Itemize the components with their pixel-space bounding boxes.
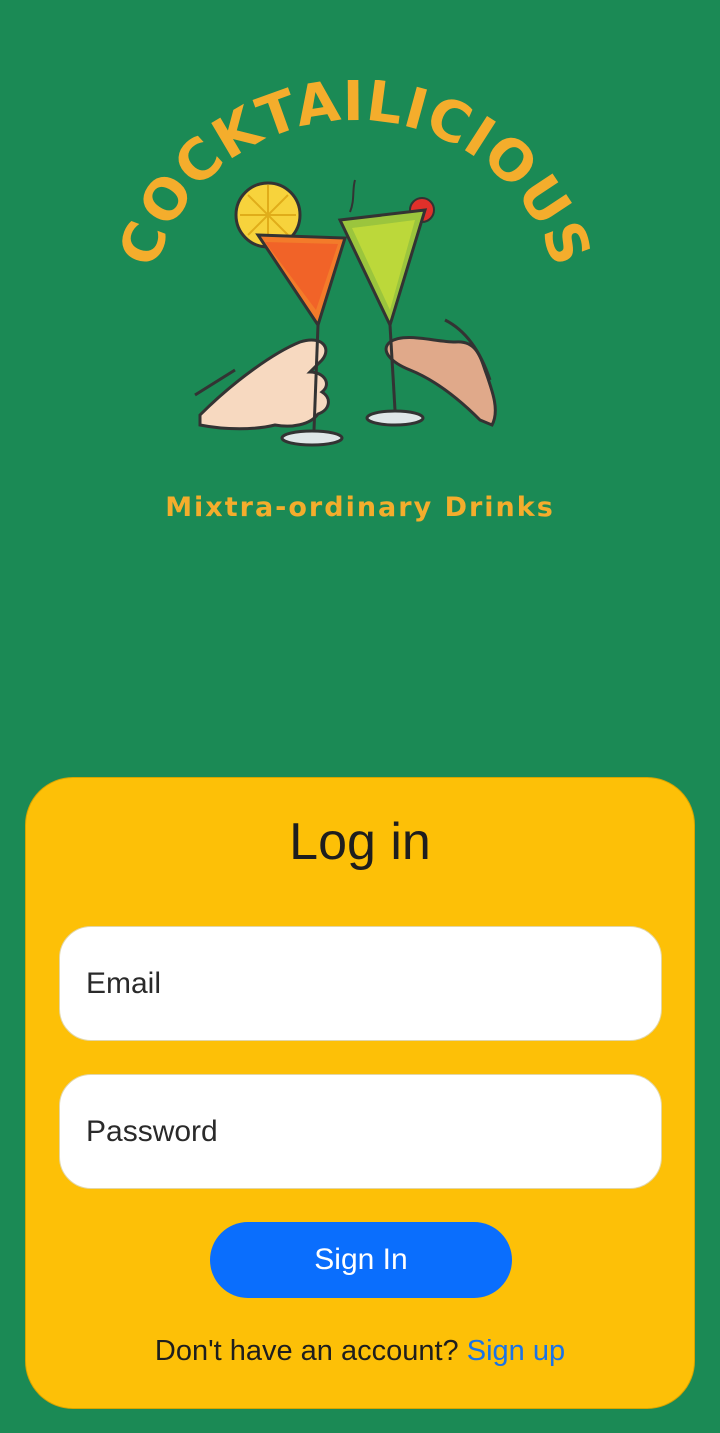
email-input[interactable] <box>60 927 661 1040</box>
green-cocktail-icon <box>337 179 435 427</box>
app-logo: COCKTAILICIOUS Mixtra-ordinary Drinks <box>60 80 660 540</box>
password-field[interactable] <box>59 1074 662 1189</box>
email-field[interactable] <box>59 926 662 1041</box>
no-account-text: Don't have an account? <box>154 1335 459 1367</box>
password-input[interactable] <box>60 1075 661 1188</box>
logo-tagline-text: Mixtra-ordinary Drinks <box>165 492 555 523</box>
sign-up-link[interactable]: Sign up <box>467 1335 565 1367</box>
login-title: Log in <box>289 813 431 871</box>
left-hand-illustration <box>194 338 330 431</box>
signup-prompt: Don't have an account? Sign up <box>26 1335 694 1368</box>
login-card: Log in Sign In Don't have an account? Si… <box>25 777 695 1409</box>
sign-in-button[interactable]: Sign In <box>210 1222 512 1298</box>
logo-graphic: COCKTAILICIOUS Mixtra-ordinary Drinks <box>107 80 603 523</box>
right-hand-illustration <box>384 318 497 427</box>
